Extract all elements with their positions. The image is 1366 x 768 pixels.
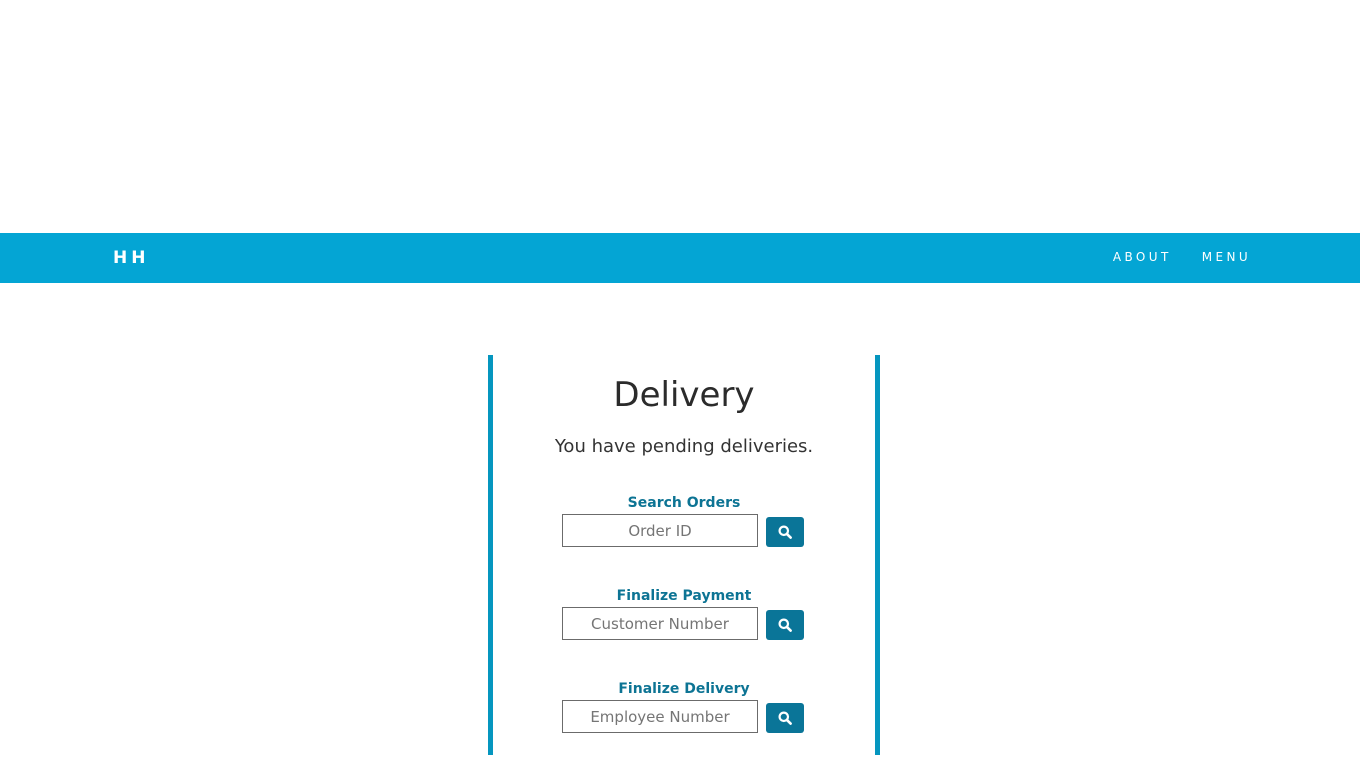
- finalize-payment-button[interactable]: [766, 610, 804, 640]
- search-orders-row: [562, 514, 807, 554]
- customer-number-input[interactable]: [562, 607, 758, 640]
- search-icon: [778, 618, 792, 632]
- delivery-panel: Delivery You have pending deliveries. Se…: [488, 355, 880, 755]
- search-orders-section: Search Orders: [493, 495, 875, 547]
- top-navbar: HH ABOUT MENU: [0, 233, 1360, 283]
- pending-deliveries-message: You have pending deliveries.: [554, 436, 814, 457]
- nav-links: ABOUT MENU: [1113, 250, 1251, 264]
- search-icon: [778, 711, 792, 725]
- search-orders-label: Search Orders: [627, 495, 741, 511]
- finalize-delivery-section: Finalize Delivery: [493, 681, 875, 733]
- nav-link-about[interactable]: ABOUT: [1113, 250, 1172, 264]
- finalize-payment-row: [562, 607, 807, 647]
- employee-number-input[interactable]: [562, 700, 758, 733]
- search-orders-button[interactable]: [766, 517, 804, 547]
- order-id-input[interactable]: [562, 514, 758, 547]
- finalize-delivery-row: [562, 700, 807, 740]
- search-icon: [778, 525, 792, 539]
- nav-link-menu[interactable]: MENU: [1202, 250, 1251, 264]
- finalize-delivery-label: Finalize Delivery: [618, 681, 750, 697]
- finalize-payment-section: Finalize Payment: [493, 588, 875, 640]
- finalize-delivery-button[interactable]: [766, 703, 804, 733]
- brand-logo[interactable]: HH: [113, 248, 149, 268]
- page-title: Delivery: [613, 375, 755, 415]
- finalize-payment-label: Finalize Payment: [616, 588, 752, 604]
